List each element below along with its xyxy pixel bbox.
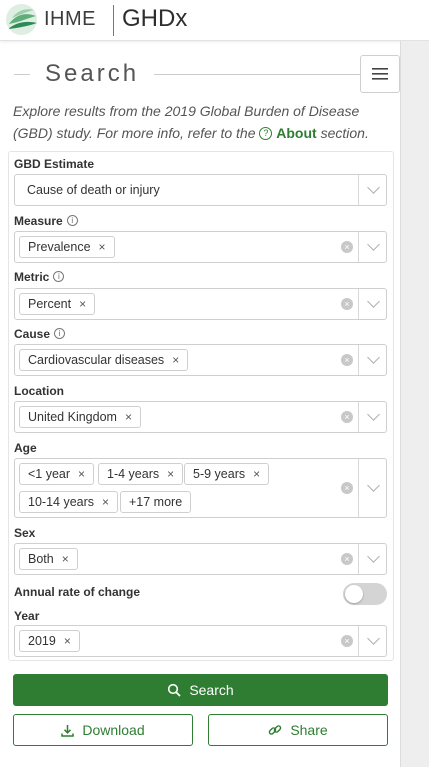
brand-divider [113,5,114,36]
share-button-label: Share [290,722,328,738]
search-icon [167,683,181,697]
sex-select[interactable]: Both × × [14,543,387,575]
menu-button[interactable] [360,55,400,93]
header-rule-right [154,74,360,75]
clear-icon[interactable]: × [341,354,353,366]
intro-suffix: section. [320,125,369,141]
header-rule-left [14,74,30,75]
info-icon[interactable]: i [54,328,66,340]
cause-select[interactable]: Cardiovascular diseases × × [14,344,387,376]
age-tag[interactable]: 5-9 years × [184,463,270,485]
remove-tag-icon[interactable]: × [64,634,71,648]
download-button[interactable]: Download [13,714,193,746]
metric-select[interactable]: Percent × × [14,288,387,320]
annual-rate-label: Annual rate of change [14,585,141,599]
metric-label: Metric i [14,270,65,284]
annual-rate-toggle[interactable] [343,583,387,605]
chevron-down-icon[interactable] [367,550,380,563]
chevron-down-icon[interactable] [367,408,380,421]
remove-tag-icon[interactable]: × [62,552,69,566]
chevron-down-icon[interactable] [367,238,380,251]
location-tag[interactable]: United Kingdom × [19,406,141,428]
chevron-down-icon[interactable] [367,351,380,364]
remove-tag-icon[interactable]: × [78,467,85,481]
age-tag[interactable]: 1-4 years × [98,463,184,485]
download-button-label: Download [82,722,145,738]
info-icon[interactable]: i [66,215,78,227]
sex-label: Sex [14,526,36,540]
gbd-estimate-select[interactable]: Cause of death or injury [14,174,387,206]
age-select[interactable]: <1 year × 1-4 years × 5-9 years × 10-14 yea… [14,458,387,518]
remove-tag-icon[interactable]: × [253,467,260,481]
cause-label: Cause i [14,327,66,341]
product-name[interactable]: GHDx [122,5,187,33]
metric-tag[interactable]: Percent × [19,293,96,315]
download-icon [61,724,75,737]
year-tag[interactable]: 2019 × [19,630,80,652]
remove-tag-icon[interactable]: × [172,353,179,367]
year-label: Year [14,609,40,623]
brand-name[interactable]: IHME [44,8,96,31]
ihme-logo-icon[interactable] [6,4,37,35]
clear-icon[interactable]: × [341,553,353,565]
age-tag[interactable]: 10-14 years × [19,491,119,513]
location-select[interactable]: United Kingdom × × [14,401,387,433]
question-icon: ? [259,126,273,140]
clear-icon[interactable]: × [341,241,353,253]
search-button-label: Search [189,682,234,698]
toggle-knob [345,585,363,603]
hamburger-icon [372,68,388,80]
measure-select[interactable]: Prevalence × × [14,231,387,263]
right-gutter [400,41,429,767]
remove-tag-icon[interactable]: × [99,240,106,254]
measure-tag[interactable]: Prevalence × [19,236,115,258]
cause-tag[interactable]: Cardiovascular diseases × [19,349,189,371]
clear-icon[interactable]: × [341,635,353,647]
search-button[interactable]: Search [13,674,388,706]
chevron-down-icon[interactable] [367,479,380,492]
about-link[interactable]: About [276,125,316,141]
measure-label: Measure i [14,214,78,228]
link-icon [268,723,282,737]
remove-tag-icon[interactable]: × [167,467,174,481]
remove-tag-icon[interactable]: × [125,410,132,424]
year-select[interactable]: 2019 × × [14,625,387,657]
age-label: Age [14,441,37,455]
remove-tag-icon[interactable]: × [102,495,109,509]
chevron-down-icon[interactable] [367,181,380,194]
share-button[interactable]: Share [208,714,388,746]
clear-icon[interactable]: × [341,482,353,494]
clear-icon[interactable]: × [341,298,353,310]
chevron-down-icon[interactable] [367,295,380,308]
chevron-down-icon[interactable] [367,632,380,645]
intro-text: Explore results from the 2019 Global Bur… [13,100,398,144]
location-label: Location [14,384,64,398]
clear-icon[interactable]: × [341,411,353,423]
info-icon[interactable]: i [53,271,65,283]
gbd-estimate-value: Cause of death or injury [27,183,160,197]
remove-tag-icon[interactable]: × [79,297,86,311]
age-tag[interactable]: <1 year × [19,463,95,485]
age-more-tag[interactable]: +17 more [120,491,192,513]
search-header: Search [14,58,360,92]
sex-tag[interactable]: Both × [19,548,78,570]
search-title: Search [45,60,140,87]
gbd-estimate-label: GBD Estimate [14,157,95,171]
top-bar: IHME GHDx [0,0,429,41]
